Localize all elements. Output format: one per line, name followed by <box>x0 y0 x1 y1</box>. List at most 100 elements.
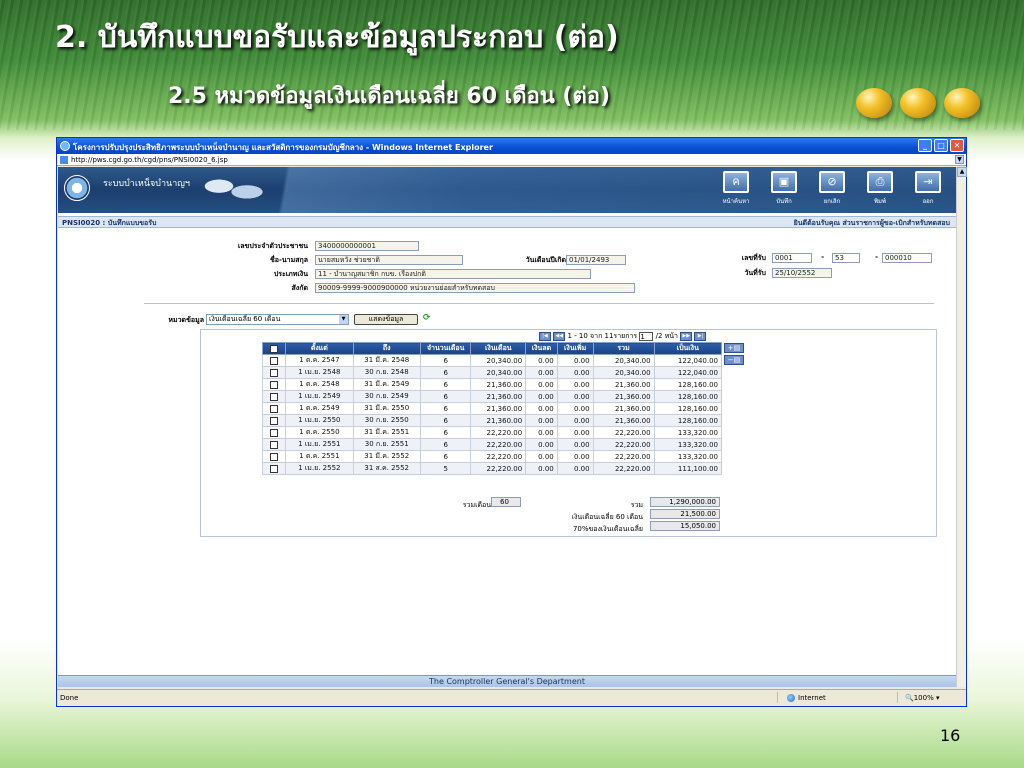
print-button[interactable]: ⎙ พิมพ์ <box>860 171 900 206</box>
row-select-cell[interactable] <box>261 450 287 463</box>
row-checkbox[interactable] <box>270 368 279 377</box>
table-cell: 0.00 <box>525 414 558 427</box>
table-cell: 1 ต.ค. 2547 <box>285 354 354 367</box>
type-label: ประเภทเงิน <box>273 270 308 278</box>
row-select-cell[interactable] <box>261 462 287 475</box>
table-cell: 122,040.00 <box>653 366 723 379</box>
page-input[interactable]: 1 <box>639 331 654 341</box>
row-select-cell[interactable] <box>261 402 287 415</box>
table-row[interactable]: 1 เม.ย. 2550 30 ก.ย. 2550 6 21,360.00 0.00 0.… <box>261 414 723 427</box>
close-button[interactable]: ✕ <box>950 139 964 152</box>
select-all-checkbox[interactable] <box>270 344 279 353</box>
row-checkbox[interactable] <box>270 380 279 389</box>
vertical-scrollbar[interactable]: ▲ <box>956 167 967 687</box>
row-select-cell[interactable] <box>261 378 287 391</box>
cancel-button[interactable]: ⊘ ยกเลิก <box>812 171 852 206</box>
row-select-cell[interactable] <box>261 390 287 403</box>
table-cell: 21,360.00 <box>470 378 527 391</box>
name-field[interactable]: นายสมหวัง ช่วยชาติ <box>315 255 463 265</box>
row-checkbox[interactable] <box>270 392 279 401</box>
table-cell: 22,220.00 <box>592 438 655 451</box>
row-checkbox[interactable] <box>270 464 279 473</box>
next-page-button[interactable]: ▶▶ <box>680 331 693 341</box>
receive-date-field[interactable]: 25/10/2552 <box>772 268 832 278</box>
page-number: 16 <box>940 726 961 745</box>
gold-orb-icon <box>900 88 936 118</box>
table-cell: 122,040.00 <box>653 354 723 367</box>
table-cell: 128,160.00 <box>653 414 723 427</box>
table-row[interactable]: 1 ต.ค. 2549 31 มี.ค. 2550 6 21,360.00 0.00 0.… <box>261 402 723 415</box>
maximize-button[interactable]: □ <box>934 139 948 152</box>
table-cell: 30 ก.ย. 2550 <box>352 414 421 427</box>
table-cell: 0.00 <box>525 402 558 415</box>
first-page-button[interactable]: |◀ <box>539 331 551 341</box>
row-checkbox[interactable] <box>270 428 279 437</box>
table-row[interactable]: 1 ต.ค. 2547 31 มี.ค. 2548 6 20,340.00 0.00 0.… <box>261 354 723 367</box>
save-button[interactable]: ▣ บันทึก <box>764 171 804 206</box>
table-row[interactable]: 1 ต.ค. 2550 31 มี.ค. 2551 6 22,220.00 0.00 0.… <box>261 426 723 439</box>
form-title: PNSI0020 : บันทึกแบบขอรับ <box>62 219 157 227</box>
add-row-icon[interactable]: +▤ <box>724 343 744 353</box>
table-cell: 0.00 <box>525 354 558 367</box>
row-select-cell[interactable] <box>261 366 287 379</box>
app-name: ระบบบำเหน็จบำนาญฯ <box>103 179 190 189</box>
zoom-icon: 🔍 <box>905 694 914 702</box>
table-cell: 30 ก.ย. 2548 <box>352 366 421 379</box>
address-bar[interactable]: http://pws.cgd.go.th/cgd/pns/PNSI0020_6.… <box>57 154 966 166</box>
pager-total: /2 หน้า <box>655 332 678 340</box>
table-cell: 0.00 <box>556 438 594 451</box>
table-cell: 0.00 <box>556 366 594 379</box>
data-panel: |◀ ◀◀ 1 - 10 จาก 11รายการ 1 /2 หน้า ▶▶ ▶… <box>200 329 937 537</box>
table-row[interactable]: 1 เม.ย. 2549 30 ก.ย. 2549 6 21,360.00 0.00 0.… <box>261 390 723 403</box>
months-total-field: 60 <box>491 497 521 507</box>
table-row[interactable]: 1 เม.ย. 2548 30 ก.ย. 2548 6 20,340.00 0.00 0.… <box>261 366 723 379</box>
receive-number-part3[interactable]: 000010 <box>882 253 932 263</box>
receive-number-part1[interactable]: 0001 <box>772 253 812 263</box>
scroll-up-icon[interactable]: ▲ <box>957 167 967 177</box>
tool-label: พิมพ์ <box>874 198 886 205</box>
table-cell: 0.00 <box>525 450 558 463</box>
row-checkbox[interactable] <box>270 452 279 461</box>
prev-page-button[interactable]: ◀◀ <box>553 331 566 341</box>
table-cell: 21,360.00 <box>470 414 527 427</box>
row-select-cell[interactable] <box>261 438 287 451</box>
receive-number-part2[interactable]: 53 <box>832 253 860 263</box>
birth-field[interactable]: 01/01/2493 <box>566 255 626 265</box>
zoom-control[interactable]: 🔍100% ▾ <box>905 694 939 702</box>
select-all-header[interactable] <box>261 342 287 355</box>
table-cell: 6 <box>419 366 472 379</box>
unit-field[interactable]: 90009-9999-9000900000 หน่วยงานย่อยสำหรับ… <box>315 283 635 293</box>
table-cell: 31 มี.ค. 2551 <box>352 426 421 439</box>
table-cell: 30 ก.ย. 2551 <box>352 438 421 451</box>
search-page-button[interactable]: ค หน้าค้นหา <box>716 171 756 206</box>
table-cell: 6 <box>419 426 472 439</box>
row-select-cell[interactable] <box>261 414 287 427</box>
table-cell: 5 <box>419 462 472 475</box>
refresh-icon[interactable]: ⟳ <box>423 313 431 323</box>
category-select[interactable]: เงินเดือนเฉลี่ย 60 เดือน ▼ <box>206 314 349 325</box>
table-cell: 133,320.00 <box>653 450 723 463</box>
last-page-button[interactable]: ▶| <box>694 331 707 341</box>
row-select-cell[interactable] <box>261 426 287 439</box>
row-checkbox[interactable] <box>270 356 279 365</box>
row-select-cell[interactable] <box>261 354 287 367</box>
column-header: เป็นเงิน <box>653 342 723 355</box>
address-dropdown-icon[interactable]: ▼ <box>955 155 964 164</box>
row-checkbox[interactable] <box>270 440 279 449</box>
seventy-percent-label: 70%ของเงินเดือนเฉลี่ย <box>572 525 643 533</box>
show-data-button[interactable]: แสดงข้อมูล <box>354 314 418 325</box>
type-field[interactable]: 11 - บำนาญสมาชิก กบข. เรื่องปกติ <box>315 269 591 279</box>
table-row[interactable]: 1 เม.ย. 2551 30 ก.ย. 2551 6 22,220.00 0.00 0.… <box>261 438 723 451</box>
id-field[interactable]: 3400000000001 <box>315 241 419 251</box>
table-row[interactable]: 1 ต.ค. 2548 31 มี.ค. 2549 6 21,360.00 0.00 0.… <box>261 378 723 391</box>
average-salary-field: 21,500.00 <box>650 509 720 519</box>
table-cell: 20,340.00 <box>592 354 655 367</box>
table-row[interactable]: 1 ต.ค. 2551 31 มี.ค. 2552 6 22,220.00 0.00 0.… <box>261 450 723 463</box>
table-row[interactable]: 1 เม.ย. 2552 31 ส.ค. 2552 5 22,220.00 0.00 0.… <box>261 462 723 475</box>
row-checkbox[interactable] <box>270 404 279 413</box>
remove-row-icon[interactable]: −▤ <box>724 355 744 365</box>
table-cell: 133,320.00 <box>653 426 723 439</box>
row-checkbox[interactable] <box>270 416 279 425</box>
exit-button[interactable]: ⇥ ออก <box>908 171 948 206</box>
minimize-button[interactable]: _ <box>918 139 932 152</box>
